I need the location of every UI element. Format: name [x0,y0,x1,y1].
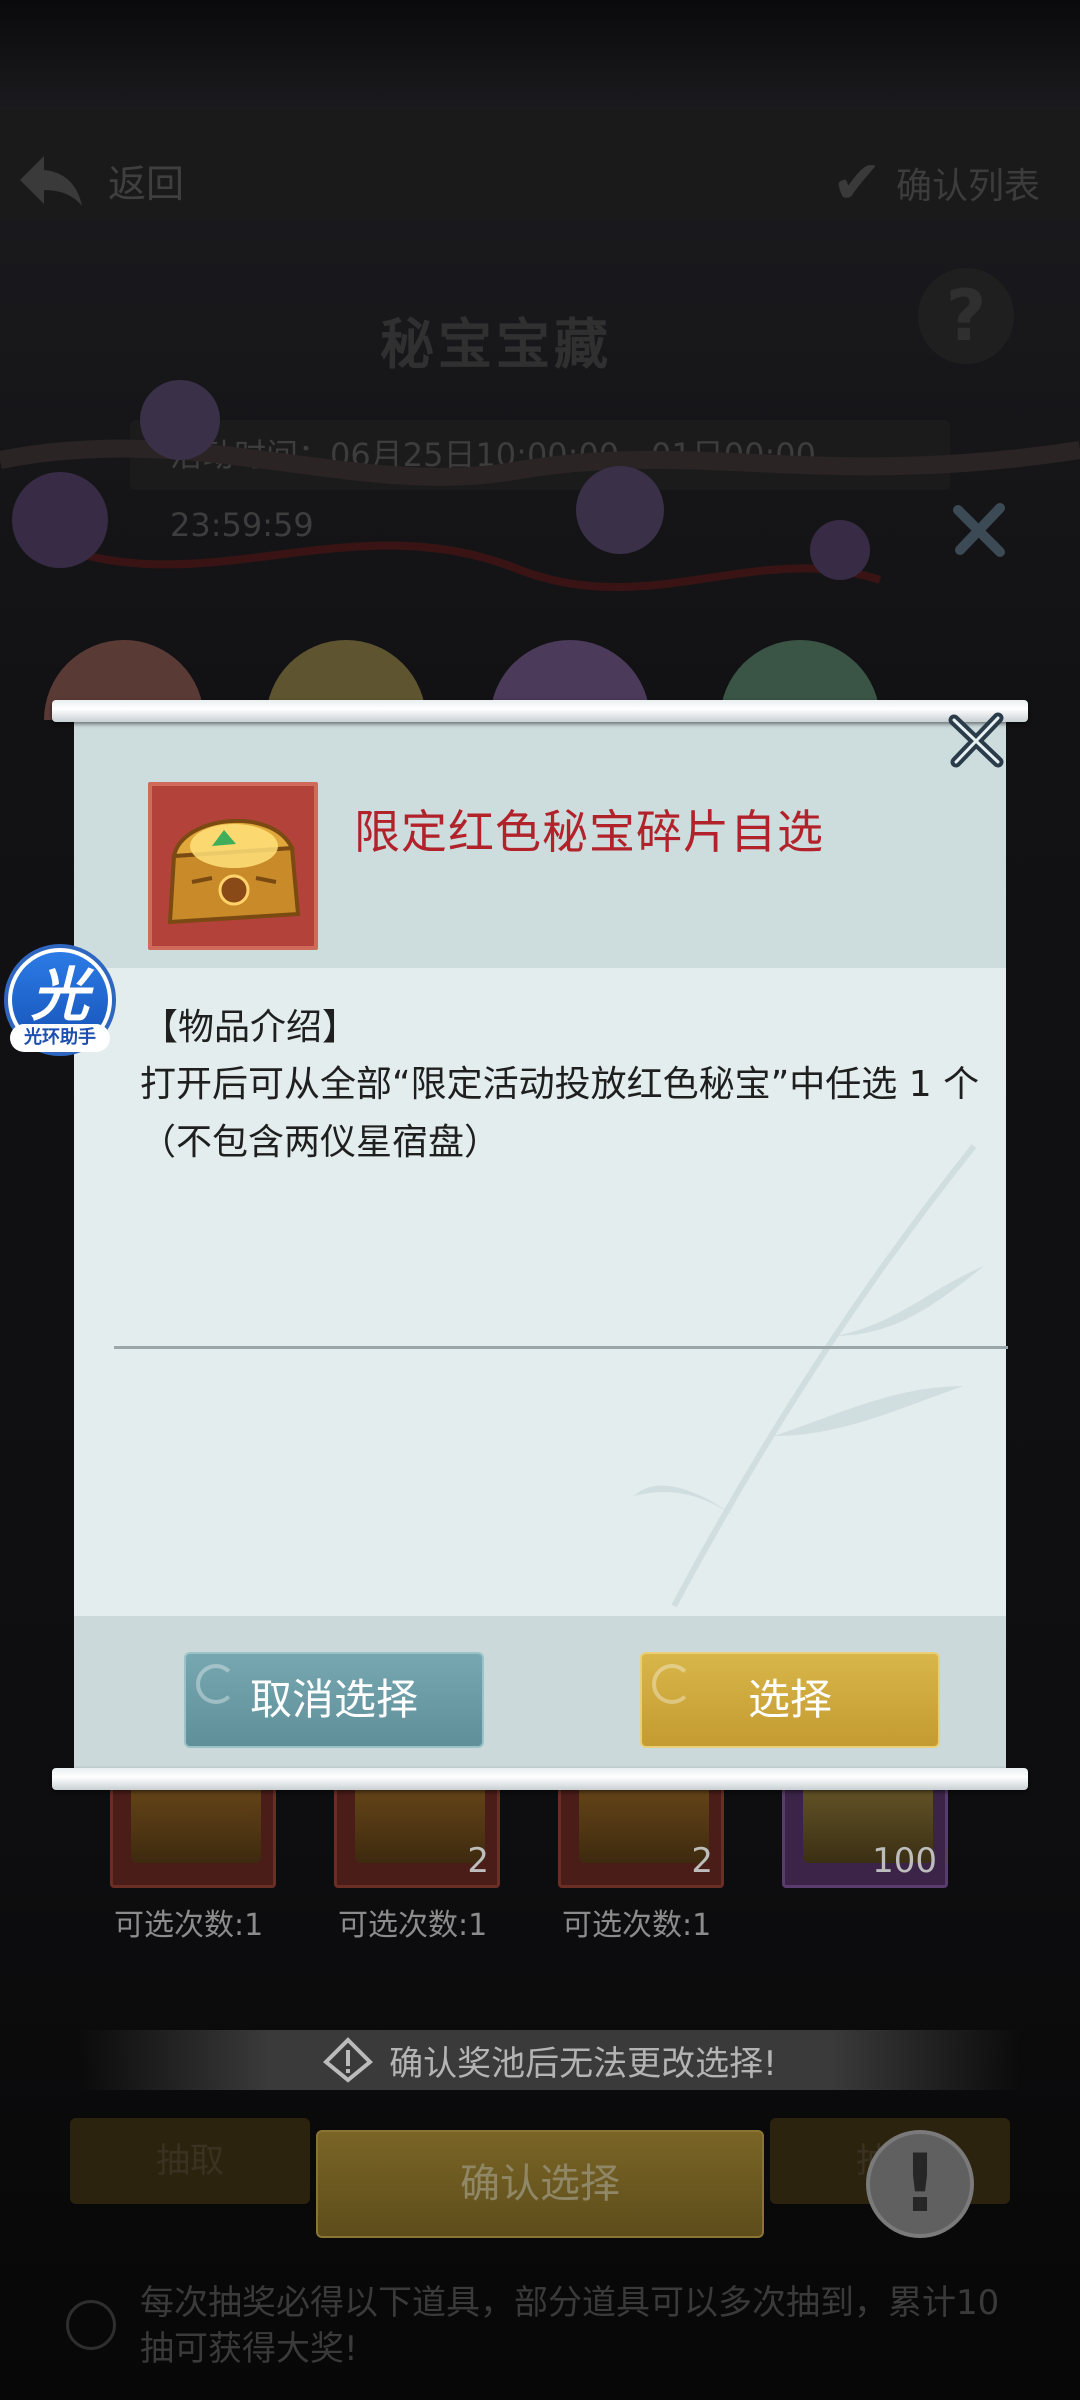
confirm-list-button[interactable]: ✔ 确认列表 [832,148,1040,218]
warning-banner: 确认奖池后无法更改选择! [80,2030,1020,2090]
item-detail-dialog: 限定红色秘宝碎片自选 【物品介绍】 打开后可从全部“限定活动投放红色秘宝”中任选… [52,700,1028,1790]
description-text: 打开后可从全部“限定活动投放红色秘宝”中任选 1 个（不包含两仪星宿盘） [140,1064,980,1163]
cloud-swirl-decoration [652,1664,692,1704]
description-heading: 【物品介绍】 [142,1007,359,1048]
choices-label: 可选次数:1 [338,1908,488,1943]
confirm-selection-button[interactable]: 确认选择 [316,2130,764,2238]
choices-label: 可选次数:1 [562,1908,712,1943]
treasure-chest-item-icon [148,782,318,950]
page-title: 秘宝宝藏 [380,313,612,376]
select-button[interactable]: 选择 [640,1652,940,1748]
back-label: 返回 [108,161,185,206]
cancel-selection-label: 取消选择 [249,1675,418,1724]
cancel-selection-button[interactable]: 取消选择 [184,1652,484,1748]
confirm-list-label: 确认列表 [895,166,1040,207]
cloud-swirl-decoration [196,1664,236,1704]
info-exclamation-icon[interactable]: ! [866,2130,974,2238]
help-icon[interactable]: ? [918,268,1014,364]
item-count: 2 [467,1841,489,1881]
back-arrow-icon [12,150,90,210]
scroll-roll-top [52,700,1028,722]
scroll-roll-bottom [52,1768,1028,1790]
footer-note: 每次抽奖必得以下道具，部分道具可以多次抽到，累计10抽可获得大奖! [140,2283,1000,2369]
close-icon[interactable] [944,708,1008,772]
assistant-label: 光环助手 [10,1024,110,1052]
item-count: 2 [691,1841,713,1881]
assistant-floating-button[interactable]: 光 光环助手 [4,944,116,1060]
dialog-scroll-paper: 限定红色秘宝碎片自选 【物品介绍】 打开后可从全部“限定活动投放红色秘宝”中任选… [74,716,1008,1774]
item-count: 100 [872,1841,937,1881]
warning-icon [323,2037,374,2083]
check-icon: ✔ [831,148,882,218]
info-icon [66,2300,116,2350]
back-button[interactable]: 返回 [0,140,240,220]
assistant-glyph: 光 [30,961,89,1029]
bamboo-watermark [634,1144,984,1608]
draw-button-left[interactable]: 抽取 [70,2118,310,2204]
warning-text: 确认奖池后无法更改选择! [389,2043,777,2084]
item-name: 限定红色秘宝碎片自选 [354,805,824,859]
divider [114,1346,1008,1349]
select-label: 选择 [747,1675,832,1724]
choices-label: 可选次数:1 [114,1908,264,1943]
